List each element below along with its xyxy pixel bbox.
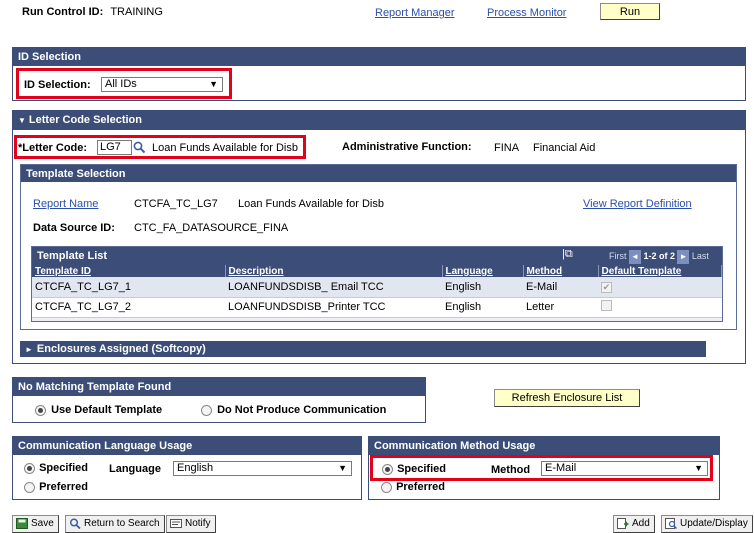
method-dropdown[interactable]: E-Mail ▼: [541, 461, 708, 476]
language-specified-label: Specified: [39, 462, 88, 474]
id-selection-dropdown[interactable]: All IDs ▼: [101, 77, 223, 92]
language-preferred-radio[interactable]: [24, 481, 35, 493]
grid-view-all-icon[interactable]: |⧉: [562, 247, 573, 261]
cell-template-id: CTCFA_TC_LG7_2: [32, 297, 225, 318]
cell-description: LOANFUNDSDISB_Printer TCC: [225, 297, 442, 318]
letter-code-description: Loan Funds Available for Disb: [152, 142, 298, 154]
cell-method: Letter: [523, 297, 598, 318]
return-to-search-button[interactable]: Return to Search: [65, 515, 165, 533]
update-display-button[interactable]: Update/Display: [661, 515, 753, 533]
admin-function-desc: Financial Aid: [533, 142, 596, 154]
template-list-header: Template List: [37, 250, 108, 262]
search-icon: [69, 518, 81, 529]
id-selection-highlight: ID Selection: All IDs ▼: [16, 68, 232, 99]
template-list-table: Template ID Description Language Method …: [32, 265, 722, 318]
save-icon: [16, 517, 28, 529]
use-default-template-label: Use Default Template: [51, 404, 163, 416]
run-button[interactable]: Run: [600, 3, 660, 20]
save-button[interactable]: Save: [12, 515, 59, 533]
data-source-label: Data Source ID:: [33, 222, 115, 234]
process-monitor-link[interactable]: Process Monitor: [487, 7, 566, 19]
default-template-checkbox[interactable]: [601, 300, 612, 311]
report-name-code: CTCFA_TC_LG7: [134, 198, 218, 210]
letter-code-label: *Letter Code:: [18, 142, 88, 154]
table-row: CTCFA_TC_LG7_2 LOANFUNDSDISB_Printer TCC…: [32, 297, 722, 318]
template-list-grid: Template List |⧉ First ◄ 1-2 of 2 ► Last…: [31, 246, 723, 322]
letter-code-input[interactable]: LG7: [97, 140, 132, 155]
method-preferred-label: Preferred: [396, 481, 445, 493]
col-language[interactable]: Language: [442, 265, 524, 277]
no-matching-template-panel: No Matching Template Found Use Default T…: [12, 377, 426, 423]
report-name-link[interactable]: Report Name: [33, 198, 98, 210]
col-default-template[interactable]: Default Template: [598, 265, 722, 277]
grid-first-label[interactable]: First: [609, 251, 627, 261]
letter-code-selection-header: Letter Code Selection: [28, 114, 142, 126]
admin-function-code: FINA: [494, 142, 520, 154]
notify-button[interactable]: Notify: [166, 515, 216, 533]
report-name-desc: Loan Funds Available for Disb: [238, 198, 384, 210]
comm-language-panel: Communication Language Usage Specified L…: [12, 436, 362, 500]
run-control-label: Run Control ID:: [22, 6, 104, 18]
admin-function-label: Administrative Function:: [342, 141, 472, 153]
refresh-enclosure-list-button[interactable]: Refresh Enclosure List: [494, 389, 640, 407]
letter-code-highlight: *Letter Code: LG7 Loan Funds Available f…: [14, 135, 306, 159]
language-label: Language: [109, 463, 161, 475]
report-manager-link[interactable]: Report Manager: [375, 7, 455, 19]
template-selection-header: Template Selection: [21, 165, 736, 183]
id-selection-header: ID Selection: [13, 48, 745, 66]
chevron-down-icon: ▼: [694, 463, 703, 473]
table-row: CTCFA_TC_LG7_1 LOANFUNDSDISB_ Email TCC …: [32, 277, 722, 298]
method-specified-radio[interactable]: [382, 463, 393, 475]
method-label: Method: [491, 464, 531, 476]
do-not-produce-label: Do Not Produce Communication: [217, 404, 387, 416]
language-dropdown[interactable]: English ▼: [173, 461, 352, 476]
cell-language: English: [442, 277, 523, 298]
expand-triangle-icon[interactable]: ►: [25, 345, 33, 354]
add-button[interactable]: Add: [613, 515, 655, 533]
chevron-down-icon: ▼: [209, 79, 218, 89]
language-specified-radio[interactable]: [24, 462, 35, 474]
use-default-template-radio[interactable]: [35, 404, 46, 416]
grid-next-arrow-icon[interactable]: ►: [677, 250, 690, 264]
col-template-id[interactable]: Template ID: [32, 265, 226, 277]
grid-range: 1-2 of 2: [643, 251, 675, 261]
enclosures-header-bar[interactable]: ► Enclosures Assigned (Softcopy): [20, 341, 706, 357]
col-description[interactable]: Description: [225, 265, 443, 277]
update-display-icon: [665, 517, 677, 529]
do-not-produce-radio[interactable]: [201, 404, 212, 416]
notify-icon: [170, 518, 182, 528]
method-preferred-radio[interactable]: [381, 481, 392, 493]
comm-language-header: Communication Language Usage: [13, 437, 361, 455]
col-method[interactable]: Method: [523, 265, 599, 277]
cell-language: English: [442, 297, 523, 318]
comm-method-header: Communication Method Usage: [369, 437, 719, 455]
collapse-triangle-icon[interactable]: ▼: [18, 116, 26, 125]
run-control-value: TRAINING: [110, 6, 163, 18]
cell-template-id: CTCFA_TC_LG7_1: [32, 277, 225, 298]
data-source-value: CTC_FA_DATASOURCE_FINA: [134, 222, 289, 234]
cell-description: LOANFUNDSDISB_ Email TCC: [225, 277, 442, 298]
cell-method: E-Mail: [523, 277, 598, 298]
method-specified-label: Specified: [397, 463, 446, 475]
add-icon: [617, 517, 629, 529]
enclosures-header: Enclosures Assigned (Softcopy): [36, 343, 206, 355]
chevron-down-icon: ▼: [338, 463, 347, 473]
no-matching-template-header: No Matching Template Found: [13, 378, 425, 396]
id-selection-label: ID Selection:: [24, 79, 91, 91]
default-template-checkbox[interactable]: ✔: [601, 281, 612, 293]
view-report-definition-link[interactable]: View Report Definition: [583, 198, 692, 210]
grid-prev-arrow-icon[interactable]: ◄: [629, 250, 641, 264]
lookup-search-icon[interactable]: [133, 141, 146, 154]
comm-method-highlight: Specified Method E-Mail ▼: [370, 455, 713, 481]
language-preferred-label: Preferred: [39, 481, 88, 493]
grid-last-label[interactable]: Last: [692, 251, 709, 261]
